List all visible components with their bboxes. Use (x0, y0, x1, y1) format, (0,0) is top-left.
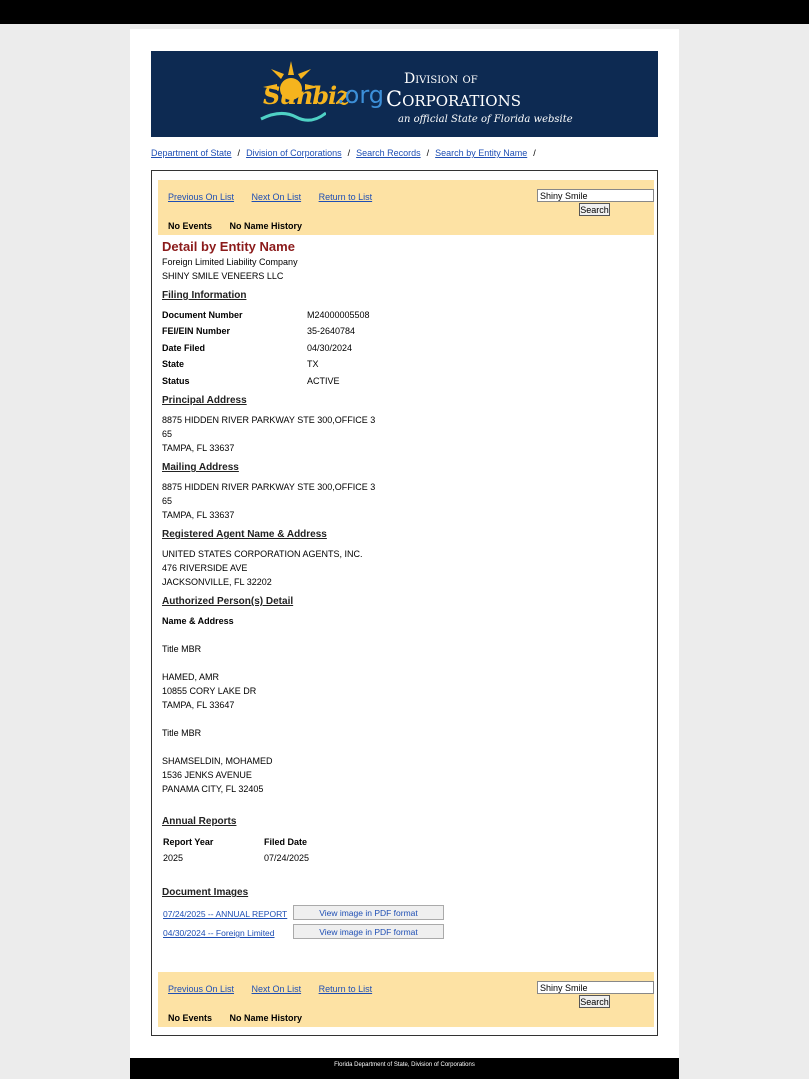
fei-ein-label: FEI/EIN Number (162, 326, 231, 336)
person-title: Title MBR (162, 728, 202, 738)
registered-agent-line: 476 RIVERSIDE AVE (162, 563, 248, 573)
name-address-label: Name & Address (162, 616, 234, 626)
person-line: TAMPA, FL 33647 (162, 700, 235, 710)
person-line: PANAMA CITY, FL 32405 (162, 784, 264, 794)
annual-reports-heading: Annual Reports (162, 816, 237, 827)
no-name-history-label: No Name History (229, 1013, 303, 1023)
return-to-list-link[interactable]: Return to List (319, 192, 373, 202)
report-year-cell: 2025 (163, 853, 184, 863)
next-on-list-link[interactable]: Next On List (252, 984, 302, 994)
top-black-bar (0, 0, 809, 24)
corporations-text: Corporations (386, 87, 521, 111)
status-label: Status (162, 376, 190, 386)
breadcrumb-search-records[interactable]: Search Records (356, 148, 421, 158)
document-number-label: Document Number (162, 310, 243, 320)
next-on-list-link[interactable]: Next On List (252, 192, 302, 202)
authorized-persons-heading: Authorized Person(s) Detail (162, 596, 294, 607)
no-name-history-label: No Name History (229, 221, 303, 231)
date-filed-label: Date Filed (162, 343, 206, 353)
page-container: Sunbiz .org Division of Corporations an … (130, 29, 679, 1058)
previous-on-list-link[interactable]: Previous On List (168, 984, 234, 994)
tagline: an official State of Florida website (398, 114, 573, 125)
person-line: SHAMSELDIN, MOHAMED (162, 756, 273, 766)
top-navigation-bar: Previous On List Next On List Return to … (158, 180, 654, 235)
report-year-header: Report Year (163, 837, 214, 847)
filed-date-cell: 07/24/2025 (264, 853, 310, 863)
state-label: State (162, 359, 185, 369)
principal-address-heading: Principal Address (162, 395, 247, 406)
person-line: 10855 CORY LAKE DR (162, 686, 257, 696)
filing-information-heading: Filing Information (162, 290, 247, 301)
search-button[interactable]: Search (579, 203, 610, 216)
status-value: ACTIVE (307, 376, 340, 386)
registered-agent-line: JACKSONVILLE, FL 32202 (162, 577, 272, 587)
entity-type: Foreign Limited Liability Company (162, 257, 298, 267)
sunbiz-logo-text: Sunbiz (263, 81, 350, 110)
principal-address-line: 8875 HIDDEN RIVER PARKWAY STE 300,OFFICE… (162, 415, 376, 425)
search-input[interactable] (537, 981, 654, 994)
filed-date-header: Filed Date (264, 837, 308, 847)
person-line: HAMED, AMR (162, 672, 220, 682)
person-line: 1536 JENKS AVENUE (162, 770, 252, 780)
principal-address-line: TAMPA, FL 33637 (162, 443, 235, 453)
mailing-address-line: 65 (162, 496, 173, 506)
breadcrumb-division-of-corporations[interactable]: Division of Corporations (246, 148, 342, 158)
document-images-heading: Document Images (162, 887, 249, 898)
bottom-navigation-bar: Previous On List Next On List Return to … (158, 972, 654, 1027)
date-filed-value: 04/30/2024 (307, 343, 353, 353)
principal-address-line: 65 (162, 429, 173, 439)
state-value: TX (307, 359, 319, 369)
search-button[interactable]: Search (579, 995, 610, 1008)
mailing-address-line: 8875 HIDDEN RIVER PARKWAY STE 300,OFFICE… (162, 482, 376, 492)
registered-agent-heading: Registered Agent Name & Address (162, 529, 327, 540)
foreign-limited-document-link[interactable]: 04/30/2024 -- Foreign Limited (163, 928, 275, 938)
breadcrumb: Department of State / Division of Corporat… (151, 148, 536, 158)
org-logo-text: .org (337, 81, 384, 109)
return-to-list-link[interactable]: Return to List (319, 984, 373, 994)
breadcrumb-search-by-entity-name[interactable]: Search by Entity Name (435, 148, 527, 158)
mailing-address-line: TAMPA, FL 33637 (162, 510, 235, 520)
sunbiz-banner[interactable]: Sunbiz .org Division of Corporations an … (151, 51, 658, 137)
person-title: Title MBR (162, 644, 202, 654)
mailing-address-heading: Mailing Address (162, 462, 239, 473)
view-pdf-button[interactable]: View image in PDF format (293, 924, 444, 939)
page-footer: Florida Department of State, Division of… (130, 1058, 679, 1079)
detail-title: Detail by Entity Name (162, 239, 295, 254)
no-events-label: No Events (168, 221, 213, 231)
breadcrumb-department-of-state[interactable]: Department of State (151, 148, 232, 158)
view-pdf-button[interactable]: View image in PDF format (293, 905, 444, 920)
registered-agent-line: UNITED STATES CORPORATION AGENTS, INC. (162, 549, 363, 559)
search-input[interactable] (537, 189, 654, 202)
previous-on-list-link[interactable]: Previous On List (168, 192, 234, 202)
division-of-text: Division of (404, 71, 478, 87)
no-events-label: No Events (168, 1013, 213, 1023)
annual-report-document-link[interactable]: 07/24/2025 -- ANNUAL REPORT (163, 909, 287, 919)
entity-name: SHINY SMILE VENEERS LLC (162, 271, 284, 281)
detail-content-box: Previous On List Next On List Return to … (151, 170, 658, 1036)
document-number-value: M24000005508 (307, 310, 370, 320)
fei-ein-value: 35-2640784 (307, 326, 356, 336)
